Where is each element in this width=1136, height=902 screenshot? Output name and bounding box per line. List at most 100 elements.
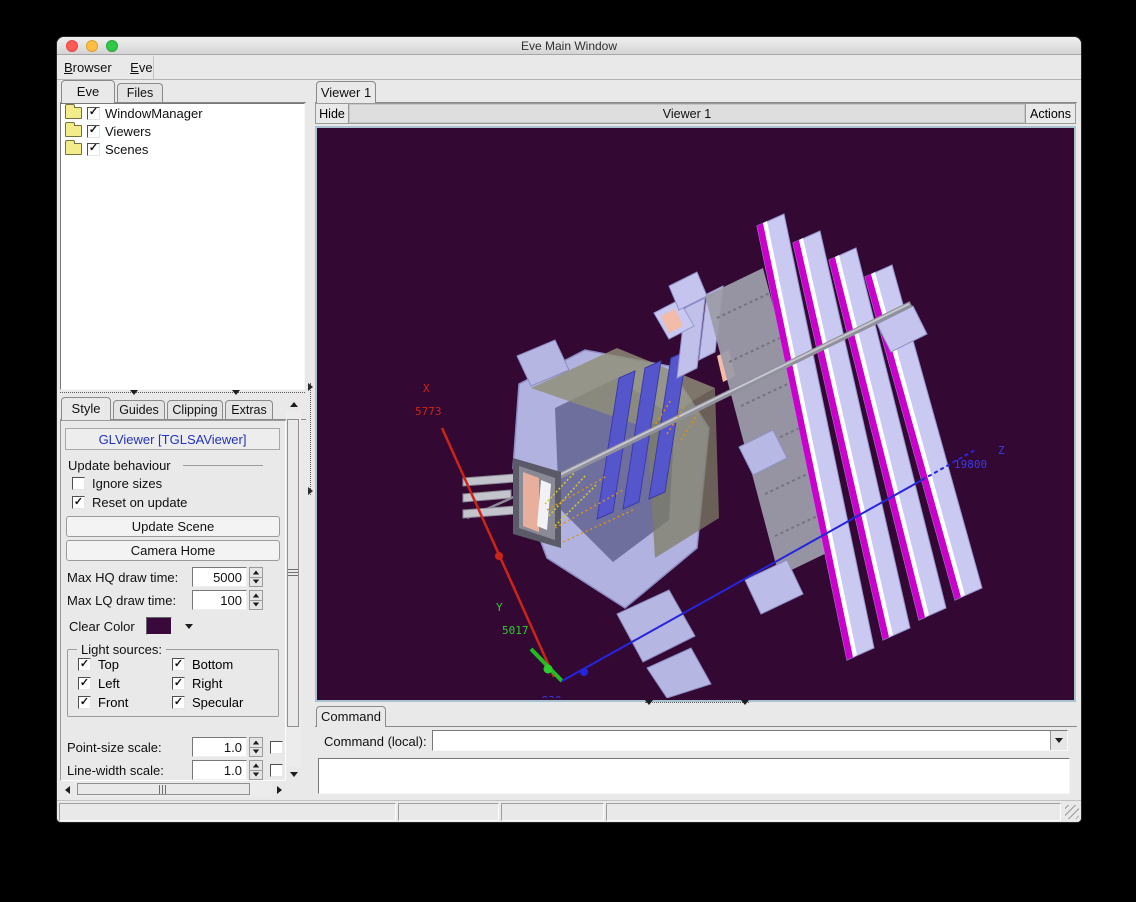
tree-item-viewers[interactable]: ✓ Viewers [61, 122, 304, 140]
scrollbar-thumb[interactable] [77, 783, 250, 795]
tree-item-scenes[interactable]: ✓ Scenes [61, 140, 304, 158]
point-size-checkbox[interactable] [270, 741, 283, 754]
light-bottom-checkbox[interactable]: ✓ [172, 658, 185, 671]
line-width-value[interactable]: 1.0 [192, 760, 247, 780]
hide-button[interactable]: Hide [316, 104, 349, 123]
command-output[interactable] [318, 758, 1070, 794]
tree-checkbox[interactable]: ✓ [87, 107, 100, 120]
spin-buttons [249, 737, 263, 757]
section-separator [183, 465, 263, 466]
checkmark: ✓ [174, 697, 183, 708]
tree-item-windowmanager[interactable]: ✓ WindowManager [61, 104, 304, 122]
chevron-down-icon [645, 700, 653, 705]
x-axis-value: 5773 [415, 405, 442, 418]
tree-checkbox[interactable]: ✓ [87, 143, 100, 156]
tab-guides[interactable]: Guides [113, 400, 165, 420]
checkmark: ✓ [174, 678, 183, 689]
reset-on-update-label: Reset on update [92, 495, 187, 510]
update-scene-button[interactable]: Update Scene [66, 516, 280, 537]
reset-on-update-checkbox[interactable]: ✓ [72, 496, 85, 509]
spin-down-button[interactable] [249, 748, 263, 758]
splitter-dotted-line [645, 702, 749, 703]
tree-editor-splitter[interactable] [60, 389, 305, 397]
point-size-label: Point-size scale: [67, 740, 185, 755]
line-width-label: Line-width scale: [67, 763, 185, 778]
titlebar[interactable]: Eve Main Window [57, 37, 1081, 55]
point-size-spinbox: 1.0 [192, 737, 263, 757]
tab-clipping[interactable]: Clipping [167, 400, 223, 420]
point-size-value[interactable]: 1.0 [192, 737, 247, 757]
color-dropdown-arrow-icon[interactable] [185, 624, 193, 629]
tab-eve[interactable]: Eve [61, 80, 115, 103]
scroll-left-button[interactable] [60, 782, 74, 797]
editor-vertical-scrollbar[interactable] [286, 397, 301, 781]
spin-buttons [249, 590, 263, 610]
viewer-command-splitter[interactable] [645, 699, 749, 707]
max-lq-value[interactable]: 100 [192, 590, 247, 610]
light-left-checkbox[interactable]: ✓ [78, 677, 91, 690]
tree-checkbox[interactable]: ✓ [87, 125, 100, 138]
folder-icon [65, 107, 82, 119]
spin-down-button[interactable] [249, 601, 263, 611]
spin-down-button[interactable] [249, 578, 263, 588]
detector-3d-view[interactable]: X 5773 Y 5017 Z 19800 -930 [317, 128, 1074, 698]
checkmark: ✓ [174, 659, 183, 670]
statusbar [57, 800, 1081, 822]
spin-buttons [249, 760, 263, 780]
light-right-checkbox[interactable]: ✓ [172, 677, 185, 690]
command-dropdown-button[interactable] [1050, 731, 1067, 750]
glviewer-link[interactable]: GLViewer [TGLSAViewer] [65, 428, 280, 450]
spin-up-button[interactable] [249, 760, 263, 771]
tab-extras[interactable]: Extras [225, 400, 273, 420]
light-specular-checkbox[interactable]: ✓ [172, 696, 185, 709]
origin-axis-value: -930 [535, 694, 562, 698]
menu-browser[interactable]: Browser [57, 60, 119, 75]
ignore-sizes-checkbox[interactable] [72, 477, 85, 490]
scroll-up-button[interactable] [286, 397, 301, 411]
light-top-checkbox[interactable]: ✓ [78, 658, 91, 671]
tab-files[interactable]: Files [117, 83, 163, 103]
actions-button[interactable]: Actions [1025, 104, 1075, 123]
light-bottom-label: Bottom [192, 657, 233, 672]
command-input[interactable] [433, 731, 1050, 750]
scroll-down-button[interactable] [286, 767, 301, 781]
gl-scene[interactable]: X 5773 Y 5017 Z 19800 -930 [317, 128, 1074, 700]
checkmark: ✓ [89, 125, 98, 136]
menubar-separator [153, 56, 154, 80]
editor-horizontal-scrollbar[interactable] [60, 782, 286, 797]
command-local-label: Command (local): [324, 734, 427, 749]
tab-command[interactable]: Command [316, 706, 386, 727]
scrollbar-thumb[interactable] [287, 419, 299, 727]
ignore-sizes-row: Ignore sizes [72, 476, 162, 491]
light-sources-group: Light sources: ✓ Top ✓ Bottom ✓ Left ✓ R… [67, 649, 279, 717]
tab-viewer1[interactable]: Viewer 1 [316, 81, 376, 103]
chevron-down-icon [232, 390, 240, 395]
spin-up-button[interactable] [249, 567, 263, 578]
tab-style[interactable]: Style [61, 397, 111, 420]
max-lq-spinbox: 100 [192, 590, 263, 610]
viewer-titlebar[interactable]: Viewer 1 [349, 104, 1025, 123]
light-right-row: ✓ Right [172, 676, 222, 691]
max-hq-value[interactable]: 5000 [192, 567, 247, 587]
spin-down-button[interactable] [249, 771, 263, 781]
line-width-checkbox[interactable] [270, 764, 283, 777]
thumb-grip [159, 785, 168, 794]
scroll-right-button[interactable] [272, 782, 286, 797]
clear-color-swatch[interactable] [146, 617, 172, 635]
light-front-checkbox[interactable]: ✓ [78, 696, 91, 709]
panel-vertical-splitter[interactable] [307, 383, 315, 495]
chevron-right-icon [308, 383, 313, 391]
max-hq-spinbox: 5000 [192, 567, 263, 587]
folder-icon [65, 143, 82, 155]
status-section-4 [606, 803, 1061, 821]
z-axis-value: 19800 [954, 458, 987, 471]
menu-eve[interactable]: Eve [123, 60, 159, 75]
spin-up-button[interactable] [249, 737, 263, 748]
chevron-down-icon [130, 390, 138, 395]
gl-viewport-frame: X 5773 Y 5017 Z 19800 -930 [315, 126, 1076, 702]
spin-up-button[interactable] [249, 590, 263, 601]
camera-home-button[interactable]: Camera Home [66, 540, 280, 561]
resize-grip[interactable] [1065, 805, 1079, 819]
light-front-label: Front [98, 695, 128, 710]
tree-item-label: Scenes [105, 142, 148, 157]
